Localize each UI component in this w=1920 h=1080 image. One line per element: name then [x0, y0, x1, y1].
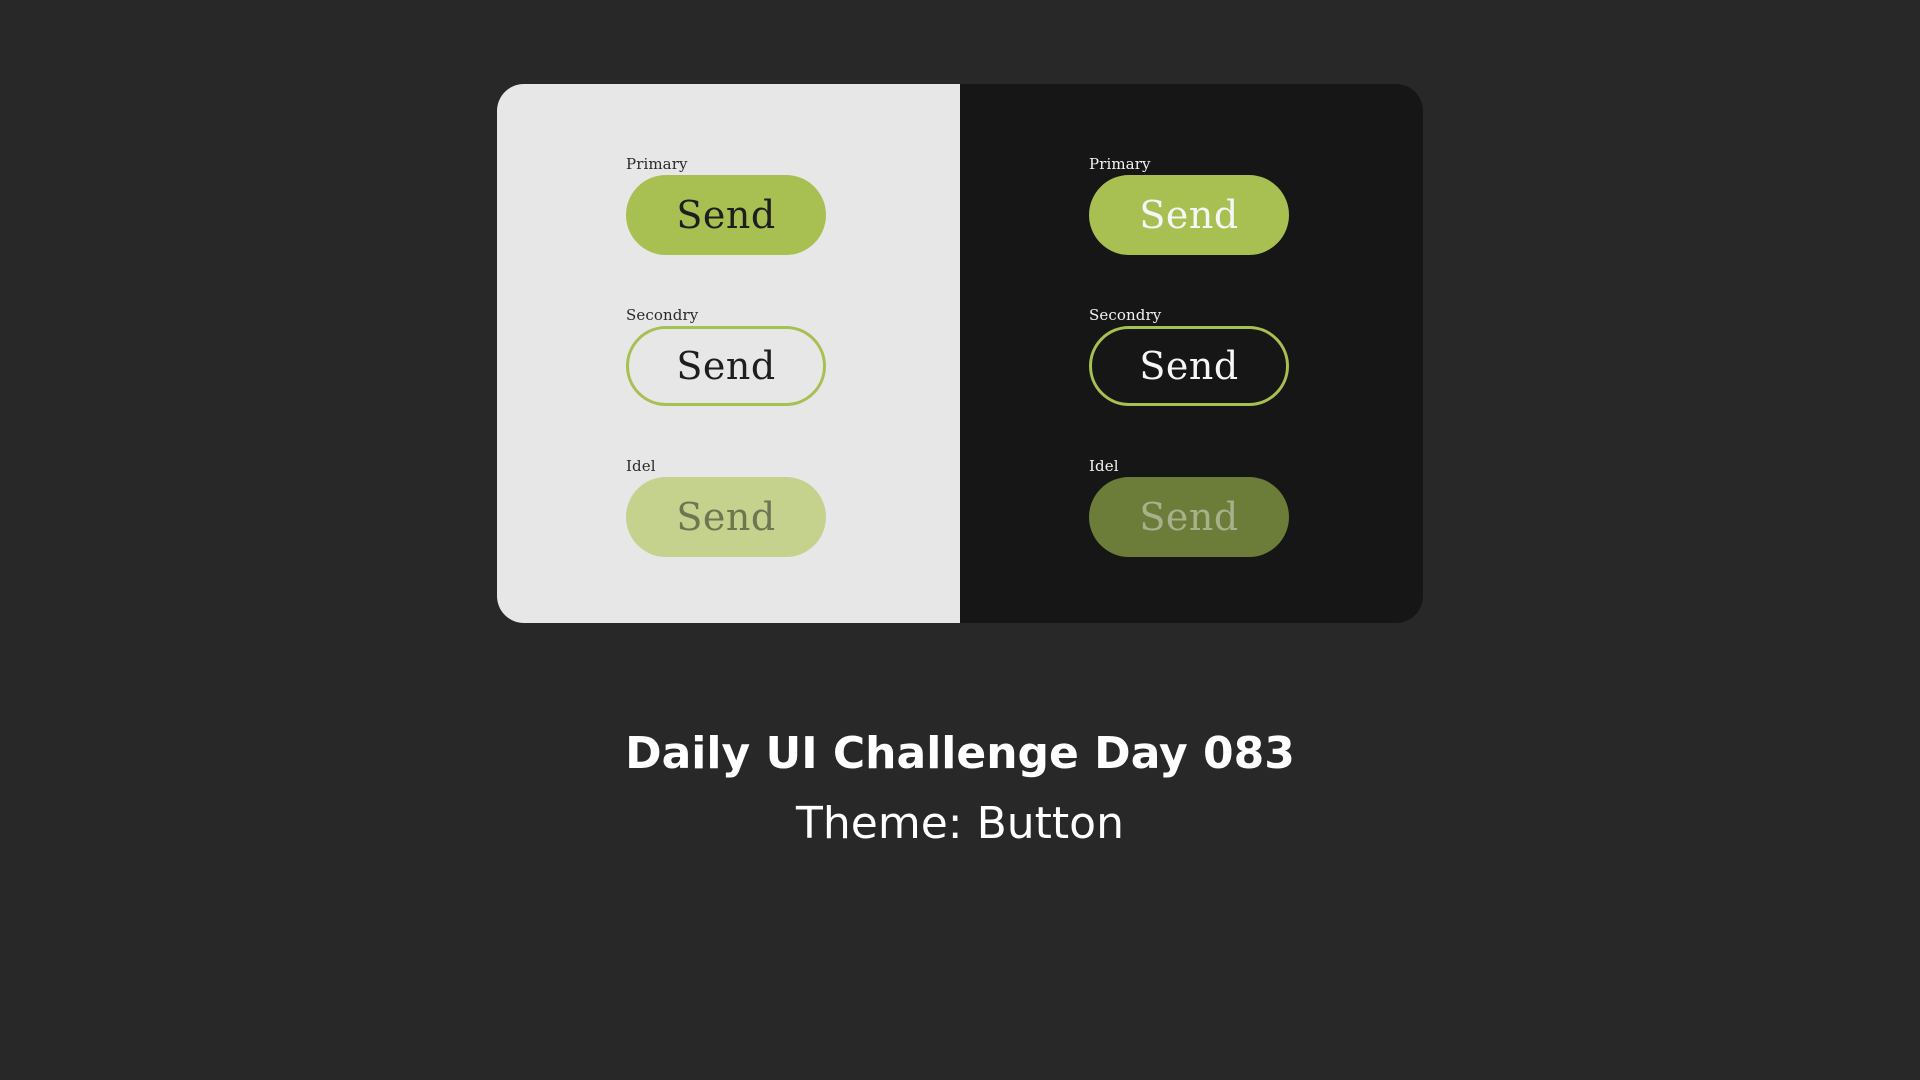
dark-theme-panel: Primary Send Secondry Send Idel Send [960, 84, 1423, 623]
light-idle-label: Idel [626, 457, 656, 475]
dark-primary-group: Primary Send [1089, 155, 1289, 255]
light-primary-group: Primary Send [626, 155, 826, 255]
light-secondary-group: Secondry Send [626, 306, 826, 406]
dark-primary-label: Primary [1089, 155, 1151, 173]
dark-primary-send-button[interactable]: Send [1089, 175, 1289, 255]
light-idle-group: Idel Send [626, 457, 826, 557]
button-showcase-card: Primary Send Secondry Send Idel Send Pri… [497, 84, 1423, 623]
light-primary-label: Primary [626, 155, 688, 173]
dark-secondary-send-button[interactable]: Send [1089, 326, 1289, 406]
light-secondary-label: Secondry [626, 306, 699, 324]
light-theme-panel: Primary Send Secondry Send Idel Send [497, 84, 960, 623]
theme-subtitle: Theme: Button [796, 798, 1124, 849]
light-primary-send-button[interactable]: Send [626, 175, 826, 255]
dark-idle-label: Idel [1089, 457, 1119, 475]
dark-idle-group: Idel Send [1089, 457, 1289, 557]
light-idle-send-button[interactable]: Send [626, 477, 826, 557]
light-secondary-send-button[interactable]: Send [626, 326, 826, 406]
challenge-title: Daily UI Challenge Day 083 [625, 728, 1295, 779]
dark-idle-send-button[interactable]: Send [1089, 477, 1289, 557]
dark-secondary-label: Secondry [1089, 306, 1162, 324]
dark-secondary-group: Secondry Send [1089, 306, 1289, 406]
